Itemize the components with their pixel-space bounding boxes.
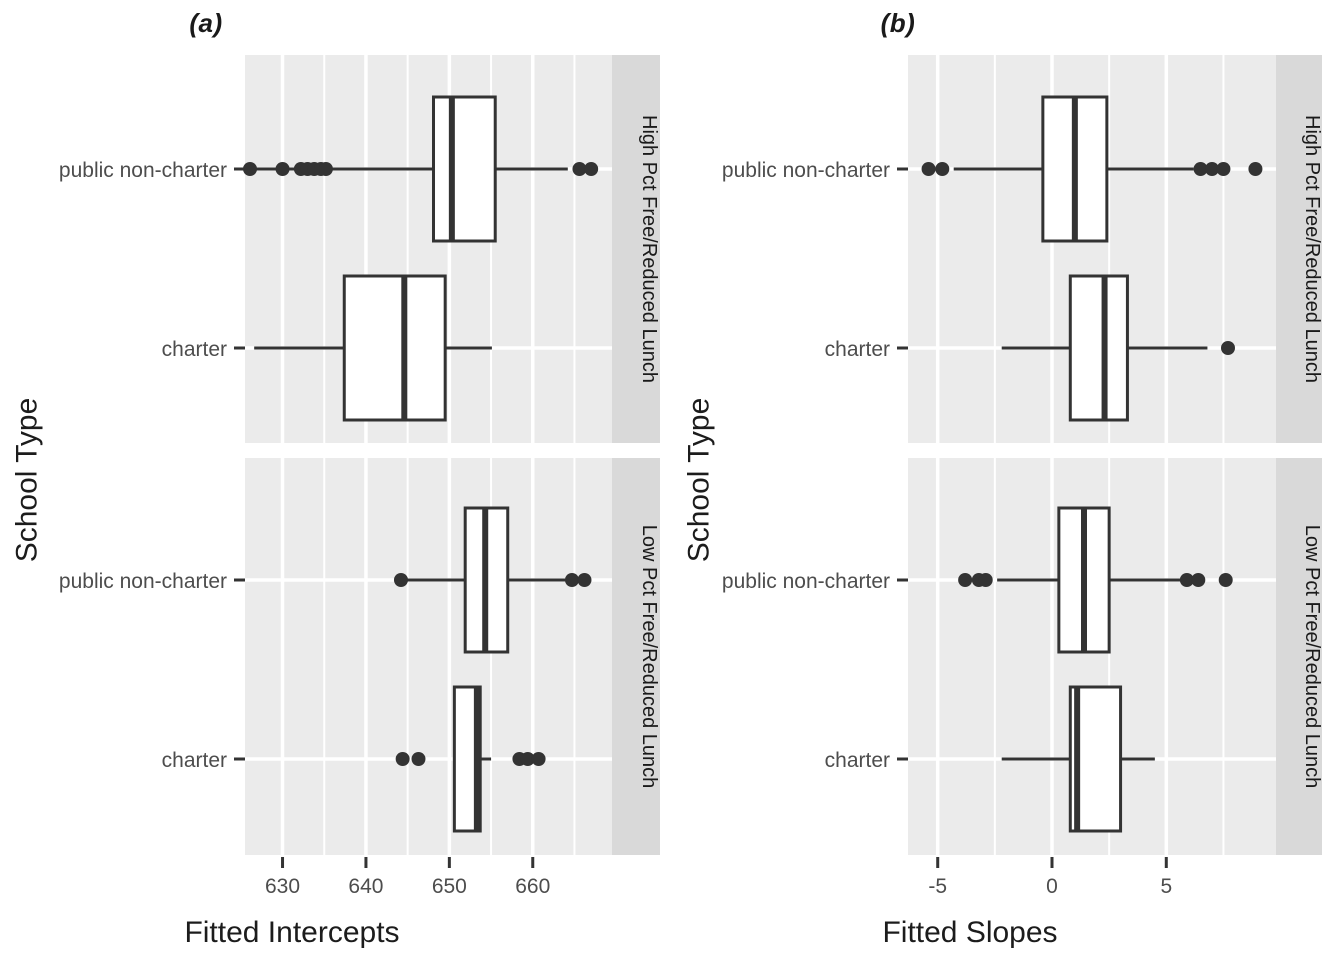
x-axis-tick-label: 660 bbox=[515, 875, 550, 898]
box bbox=[342, 274, 447, 422]
panel-a-x-axis-title: Fitted Intercepts bbox=[184, 916, 400, 949]
outlier-point bbox=[275, 162, 290, 176]
outlier-point bbox=[584, 162, 599, 176]
outlier-point bbox=[1218, 573, 1233, 587]
panel-a-plot: High Pct Free/Reduced Lunch Low Pct Free/… bbox=[59, 55, 660, 898]
panel-b-title: (b) bbox=[880, 8, 916, 38]
x-axis-tick-label: 0 bbox=[1046, 875, 1058, 898]
panel-a-y-axis-title-text: School Type bbox=[10, 397, 43, 563]
y-axis-tick-label: public non-charter bbox=[722, 570, 890, 593]
outlier-point bbox=[393, 573, 408, 587]
y-axis-tick-label: public non-charter bbox=[722, 159, 890, 182]
outlier-point bbox=[395, 752, 410, 766]
panel-a-title: (a) bbox=[189, 8, 223, 38]
facet-strip-label: High Pct Free/Reduced Lunch bbox=[1301, 115, 1323, 383]
panel-b-y-axis-title: School Type bbox=[676, 0, 722, 960]
outlier-point bbox=[1216, 162, 1231, 176]
facet-strip-label: High Pct Free/Reduced Lunch bbox=[638, 115, 660, 383]
y-axis-tick-label: charter bbox=[825, 749, 890, 772]
outlier-point bbox=[318, 162, 333, 176]
outlier-point bbox=[978, 573, 993, 587]
figure-root: (a) School Type High Pct Free/Reduced Lu… bbox=[0, 0, 1344, 960]
box bbox=[1068, 274, 1129, 422]
x-axis-tick-label: -5 bbox=[928, 875, 947, 898]
outlier-point bbox=[935, 162, 950, 176]
panel-b: (b) School Type High Pct Free/Reduced Lu… bbox=[672, 0, 1344, 960]
panel-a: (a) School Type High Pct Free/Reduced Lu… bbox=[0, 0, 672, 960]
facet-strip-label: Low Pct Free/Reduced Lunch bbox=[638, 525, 660, 789]
x-axis-tick-label: 5 bbox=[1160, 875, 1172, 898]
box bbox=[432, 95, 497, 243]
panel-b-plot: High Pct Free/Reduced Lunch Low Pct Free/… bbox=[722, 55, 1323, 898]
y-axis-tick-label: charter bbox=[162, 749, 227, 772]
y-axis-tick-label: charter bbox=[162, 338, 227, 361]
outlier-point bbox=[1248, 162, 1263, 176]
y-axis-tick-label: public non-charter bbox=[59, 570, 227, 593]
outlier-point bbox=[958, 573, 973, 587]
panel-a-y-axis-title: School Type bbox=[4, 0, 50, 960]
outlier-point bbox=[243, 162, 258, 176]
outlier-point bbox=[531, 752, 546, 766]
facet-panel-background bbox=[245, 458, 612, 855]
outlier-point bbox=[564, 573, 579, 587]
y-axis-tick-label: public non-charter bbox=[59, 159, 227, 182]
outlier-point bbox=[921, 162, 936, 176]
y-axis-tick-label: charter bbox=[825, 338, 890, 361]
panel-b-y-axis-title-text: School Type bbox=[682, 397, 715, 563]
x-axis-tick-label: 640 bbox=[348, 875, 383, 898]
outlier-point bbox=[411, 752, 426, 766]
panel-b-x-axis-title: Fitted Slopes bbox=[882, 916, 1058, 949]
outlier-point bbox=[577, 573, 592, 587]
facet-strip-label: Low Pct Free/Reduced Lunch bbox=[1301, 525, 1323, 789]
outlier-point bbox=[1191, 573, 1206, 587]
x-axis-tick-label: 630 bbox=[265, 875, 300, 898]
x-axis-tick-label: 650 bbox=[432, 875, 467, 898]
outlier-point bbox=[1221, 341, 1235, 355]
